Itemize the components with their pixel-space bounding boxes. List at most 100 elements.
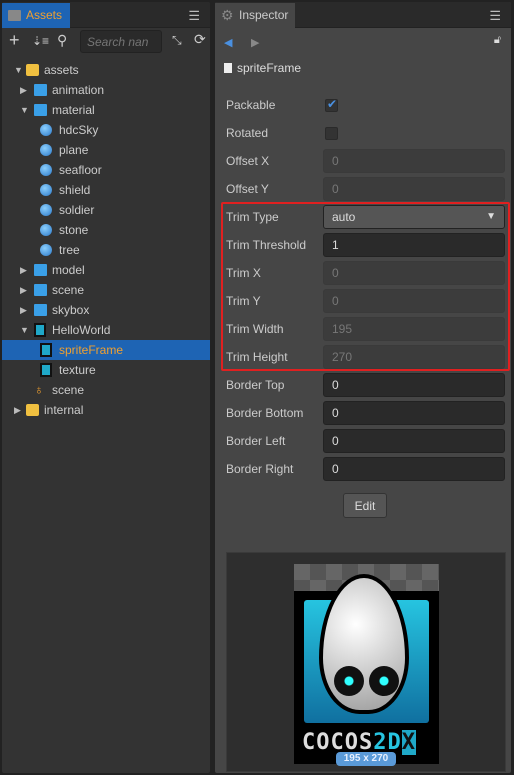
chevron-down-icon[interactable]: ▼: [14, 60, 24, 80]
tree-item-label: assets: [44, 63, 79, 77]
folder-icon: [34, 104, 47, 116]
rotated-checkbox[interactable]: [325, 127, 338, 140]
chevron-down-icon[interactable]: ▼: [20, 100, 30, 120]
lock-icon[interactable]: 🔓︎: [494, 34, 501, 47]
add-icon[interactable]: +: [9, 30, 20, 51]
tree-item-label: stone: [59, 223, 89, 237]
tree-item-label: texture: [59, 363, 96, 377]
material-icon: [40, 144, 52, 156]
eye-left: [334, 666, 364, 696]
offset-y-label: Offset Y: [226, 182, 269, 196]
tree-item-label: internal: [44, 403, 84, 417]
tree-item-label: animation: [52, 83, 105, 97]
search-filter-icon[interactable]: ⚲: [57, 32, 67, 49]
chevron-right-icon[interactable]: ▶: [20, 300, 30, 320]
tree-item-label: shield: [59, 183, 91, 197]
tab-label: Inspector: [239, 8, 289, 22]
scene-icon: ♁: [34, 382, 44, 397]
search-input[interactable]: [80, 30, 162, 53]
material-icon: [40, 204, 52, 216]
sprite-preview: COCOS2DX 195 x 270: [226, 552, 506, 772]
material-icon: [40, 224, 52, 236]
inspector-panel: ⚙ Inspector ☰ ◀ ▶ 🔓︎ spriteFrame Packabl…: [214, 1, 512, 774]
tree-item-label: tree: [59, 243, 80, 257]
tree-item-label: HelloWorld: [52, 323, 111, 337]
forward-icon[interactable]: ▶: [251, 36, 259, 49]
tree-item-label: scene: [52, 283, 85, 297]
tree-item-stone[interactable]: stone: [2, 220, 210, 240]
folder-icon: [34, 264, 47, 276]
chevron-right-icon[interactable]: ▶: [14, 400, 24, 420]
packable-checkbox[interactable]: ✔: [325, 97, 338, 112]
tree-item-hdcsky[interactable]: hdcSky: [2, 120, 210, 140]
asset-name: spriteFrame: [237, 61, 302, 75]
border-right-input[interactable]: 0: [323, 457, 505, 481]
database-icon: [26, 64, 39, 76]
chevron-right-icon[interactable]: ▶: [20, 260, 30, 280]
folder-icon: [8, 10, 21, 21]
tab-assets[interactable]: Assets: [2, 3, 71, 28]
tree-item-helloworld[interactable]: ▼ HelloWorld: [2, 320, 210, 340]
tree-item-spriteframe[interactable]: spriteFrame: [2, 340, 210, 360]
tree-item-internal[interactable]: ▶ internal: [2, 400, 210, 420]
tree-item-plane[interactable]: plane: [2, 140, 210, 160]
tree-item-soldier[interactable]: soldier: [2, 200, 210, 220]
chevron-right-icon[interactable]: ▶: [20, 280, 30, 300]
tree-item-shield[interactable]: shield: [2, 180, 210, 200]
tree-item-assets[interactable]: ▼ assets: [2, 60, 210, 80]
sprite-icon: [40, 343, 52, 357]
tree-item-seafloor[interactable]: seafloor: [2, 160, 210, 180]
tree-item-tree[interactable]: tree: [2, 240, 210, 260]
chevron-down-icon[interactable]: ▼: [20, 320, 30, 340]
sprite-icon: [40, 363, 52, 377]
border-right-label: Border Right: [226, 462, 294, 476]
material-icon: [40, 184, 52, 196]
tree-item-texture[interactable]: texture: [2, 360, 210, 380]
gear-icon: ⚙: [221, 7, 234, 23]
folder-icon: [34, 284, 47, 296]
tree-item-skybox[interactable]: ▶ skybox: [2, 300, 210, 320]
checkmark-icon: ✔: [327, 97, 338, 111]
packable-label: Packable: [226, 98, 276, 112]
tree-item-material[interactable]: ▼ material: [2, 100, 210, 120]
assets-panel: Assets ☰ + ⇣≡ ⚲ ⤡ ⟳ ▼ assets ▶ animation ▼ ma…: [1, 1, 211, 774]
refresh-icon[interactable]: ⟳: [194, 31, 206, 48]
tree-item-animation[interactable]: ▶ animation: [2, 80, 210, 100]
border-left-input[interactable]: 0: [323, 429, 505, 453]
offset-y-input: 0: [323, 177, 505, 201]
trim-highlight-box: [221, 202, 510, 371]
assets-tab-bar: Assets ☰: [2, 2, 210, 28]
border-left-label: Border Left: [226, 434, 286, 448]
border-top-label: Border Top: [226, 378, 285, 392]
database-icon: [26, 404, 39, 416]
tab-inspector[interactable]: ⚙ Inspector: [215, 3, 295, 28]
menu-icon[interactable]: ☰: [489, 8, 501, 24]
tree-item-label: skybox: [52, 303, 90, 317]
border-bottom-input[interactable]: 0: [323, 401, 505, 425]
border-top-input[interactable]: 0: [323, 373, 505, 397]
inspector-tab-bar: ⚙ Inspector ☰: [215, 2, 511, 28]
tree-item-label: scene: [52, 383, 85, 397]
tree-item-label: seafloor: [59, 163, 102, 177]
tree-item-scene[interactable]: ♁ scene: [2, 380, 210, 400]
chevron-right-icon[interactable]: ▶: [20, 80, 30, 100]
material-icon: [40, 164, 52, 176]
size-badge: 195 x 270: [336, 752, 396, 766]
back-icon[interactable]: ◀: [224, 36, 232, 49]
tree-item-label: material: [52, 103, 95, 117]
menu-icon[interactable]: ☰: [188, 8, 200, 24]
sprite-image: COCOS2DX: [294, 564, 439, 764]
edit-button[interactable]: Edit: [343, 493, 387, 518]
mascot-head: [319, 574, 409, 714]
image-icon: [34, 323, 46, 337]
tree-item-label: plane: [59, 143, 89, 157]
tree-item-scene[interactable]: ▶ scene: [2, 280, 210, 300]
file-icon: [224, 63, 232, 73]
tree-item-label: soldier: [59, 203, 95, 217]
collapse-icon[interactable]: ⤡: [172, 33, 182, 48]
material-icon: [40, 124, 52, 136]
tree-item-model[interactable]: ▶ model: [2, 260, 210, 280]
tree-item-label: hdcSky: [59, 123, 99, 137]
sort-icon[interactable]: ⇣≡: [32, 34, 49, 48]
tree-item-label: spriteFrame: [59, 343, 124, 357]
